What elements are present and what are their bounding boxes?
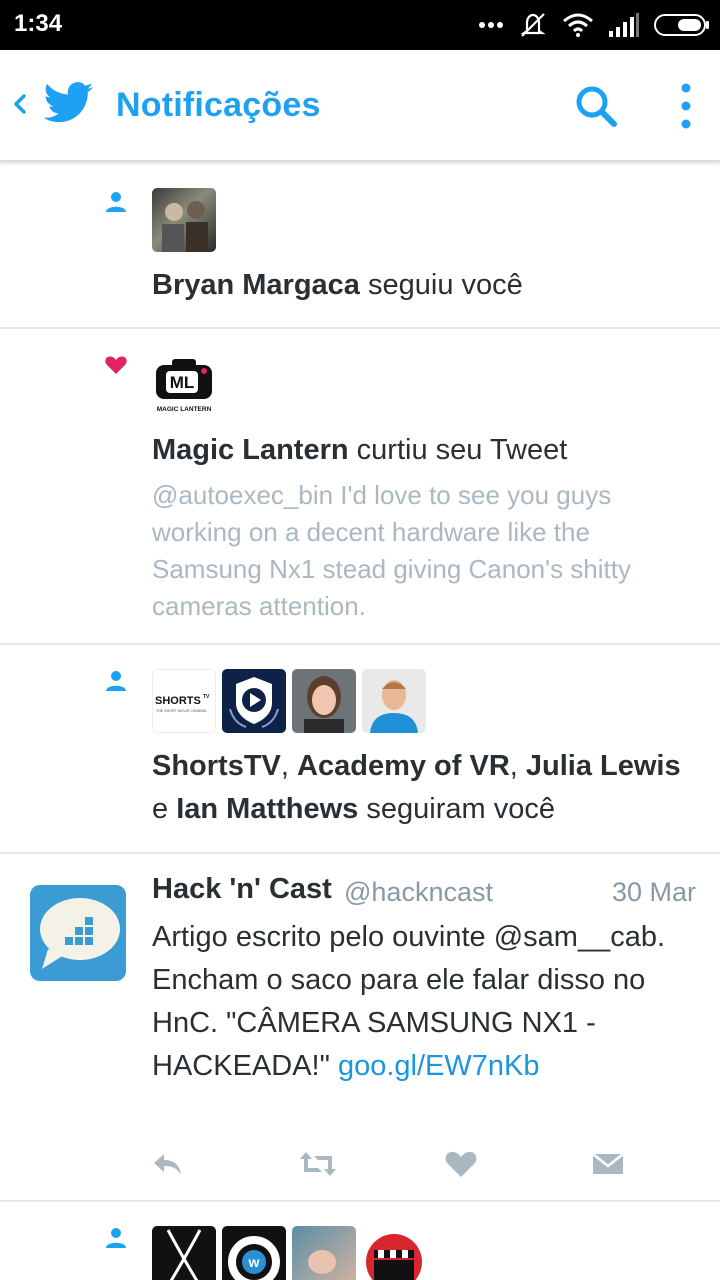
actor-separator: , — [509, 750, 526, 782]
gear-logo-icon: w — [228, 1236, 280, 1280]
shortstv-logo-icon: SHORTS TV THE SHORT MOVIE CHANNEL — [155, 694, 210, 713]
avatar-photo-icon — [304, 676, 344, 733]
actor-name[interactable]: Ian Matthews — [176, 793, 358, 825]
notification-follow-partial[interactable]: w — [0, 1202, 720, 1280]
page-title: Notificações — [116, 86, 321, 124]
reply-icon[interactable] — [150, 1146, 186, 1182]
actor-name[interactable]: Academy of VR — [297, 750, 510, 782]
avatar[interactable] — [152, 188, 216, 252]
person-icon — [106, 1228, 126, 1248]
avatar[interactable] — [152, 1226, 216, 1280]
battery-icon — [654, 14, 709, 36]
silent-icon — [520, 13, 546, 37]
direct-message-icon[interactable] — [590, 1146, 626, 1182]
actor-separator: , — [280, 750, 298, 782]
twitter-bird-icon — [44, 82, 94, 123]
wifi-icon — [563, 13, 593, 37]
avatar-photo-icon — [370, 680, 418, 733]
logo-caption: MAGIC LANTERN — [157, 406, 212, 413]
avatar-academy-of-vr[interactable] — [222, 669, 286, 733]
shorts-logo-sup: TV — [203, 694, 210, 700]
academy-vr-logo-icon — [229, 677, 279, 728]
hackncast-logo-icon — [40, 898, 120, 969]
heart-icon — [105, 356, 127, 374]
avatar-ian-matthews[interactable] — [362, 669, 426, 733]
tweet-author-name[interactable]: Hack 'n' Cast — [152, 873, 332, 906]
tweet-date: 30 Mar — [611, 877, 696, 907]
avatar-julia-lewis[interactable] — [292, 669, 356, 733]
actor-conjunction: e — [152, 793, 169, 825]
notification-follow-multi[interactable]: SHORTS TV THE SHORT MOVIE CHANNEL Shorts… — [0, 645, 720, 854]
actor-name[interactable]: Julia Lewis — [526, 750, 681, 782]
x-logo-icon — [166, 1229, 202, 1280]
tweet-avatar[interactable] — [30, 885, 126, 981]
person-icon — [106, 192, 126, 212]
more-vert-icon[interactable] — [668, 80, 704, 132]
shorts-logo-text: SHORTS — [155, 695, 201, 707]
signal-icon — [609, 13, 639, 37]
tweet-text[interactable]: Artigo escrito pelo ouvinte @sam__cab. E… — [152, 916, 700, 1088]
avatar[interactable]: w — [222, 1226, 286, 1280]
avatar-magic-lantern[interactable]: ML MAGIC LANTERN — [152, 353, 216, 417]
back-chevron-icon[interactable] — [8, 84, 30, 124]
notification-action: seguiu você — [368, 269, 523, 301]
status-icons — [478, 10, 710, 40]
magic-lantern-logo-icon: ML MAGIC LANTERN — [156, 359, 212, 413]
notification-like[interactable]: ML MAGIC LANTERN Magic Lantern curtiu se… — [0, 329, 720, 645]
shorts-logo-tagline: THE SHORT MOVIE CHANNEL — [156, 709, 207, 713]
like-icon[interactable] — [443, 1146, 479, 1182]
notification-follow[interactable]: Bryan Margaca seguiu você — [0, 164, 720, 329]
avatar-photo-icon — [162, 201, 208, 252]
retweet-icon[interactable] — [298, 1146, 338, 1182]
status-bar: 1:34 — [0, 0, 720, 50]
notification-dots-icon — [479, 22, 503, 28]
logo-text: ML — [170, 373, 195, 392]
clapperboard-icon — [366, 1234, 422, 1280]
app-bar: Notificações — [0, 50, 720, 162]
person-icon — [106, 671, 126, 691]
search-icon[interactable] — [572, 82, 620, 130]
avatar-photo-icon — [308, 1250, 336, 1274]
tweet-link[interactable]: goo.gl/EW7nKb — [338, 1050, 540, 1082]
tweet-author-handle[interactable]: @hackncast — [344, 877, 493, 908]
liked-tweet-text[interactable]: @autoexec_bin I'd love to see you guys w… — [152, 477, 690, 625]
actor-name[interactable]: Magic Lantern — [152, 434, 349, 466]
avatar[interactable] — [362, 1226, 426, 1280]
actor-name[interactable]: Bryan Margaca — [152, 269, 360, 301]
avatar-shortstv[interactable]: SHORTS TV THE SHORT MOVIE CHANNEL — [152, 669, 216, 733]
svg-text:w: w — [248, 1254, 260, 1270]
avatar[interactable] — [292, 1226, 356, 1280]
notification-action: curtiu seu Tweet — [356, 434, 568, 466]
actor-name[interactable]: ShortsTV — [152, 750, 281, 782]
notification-action: seguiram você — [366, 793, 555, 825]
status-time: 1:34 — [14, 10, 63, 37]
